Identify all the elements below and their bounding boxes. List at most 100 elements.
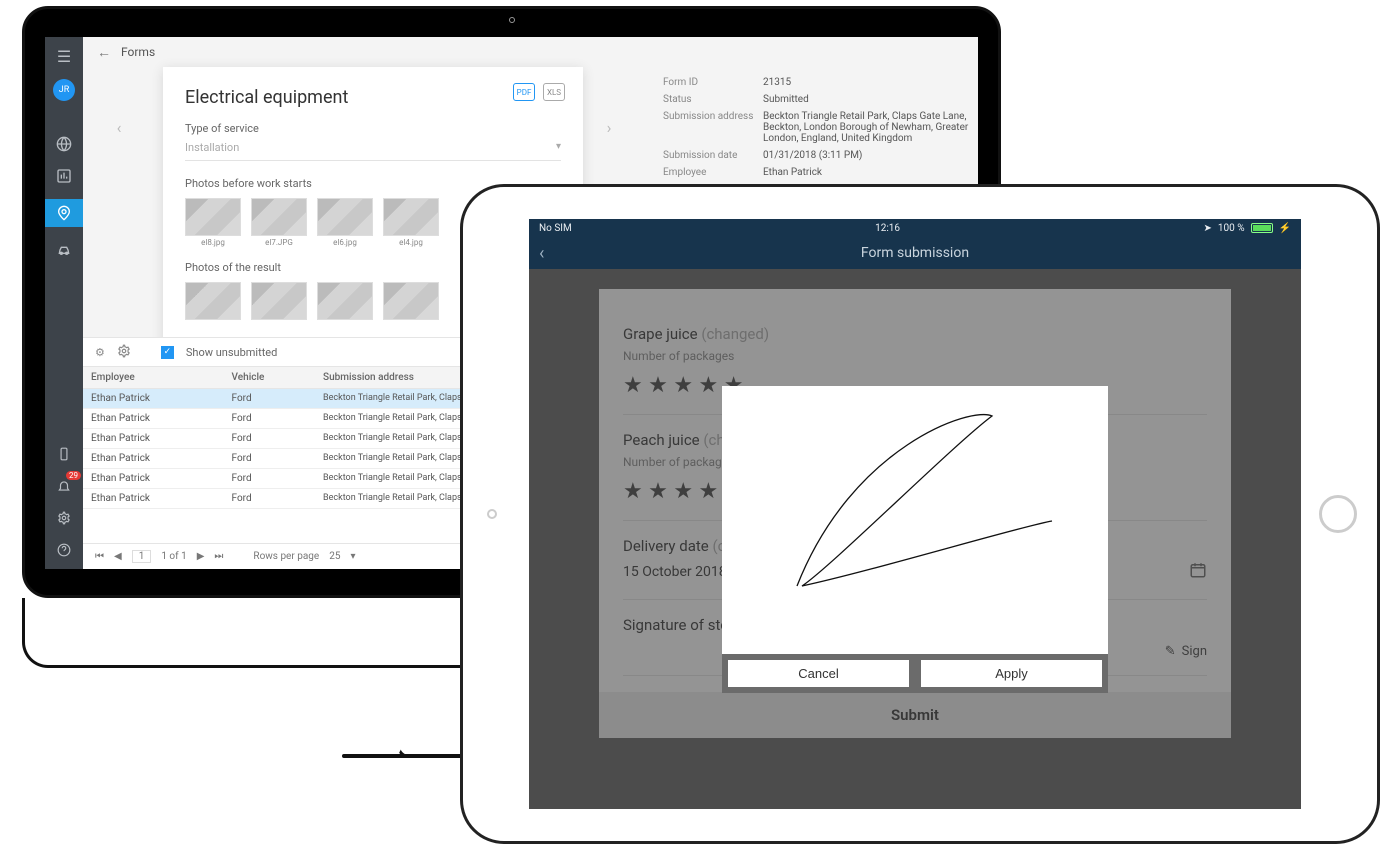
detail-value: Ethan Patrick	[763, 167, 978, 178]
thumbnail-icon	[317, 282, 373, 320]
cell-vehicle: Ford	[224, 409, 316, 429]
thumbnail-icon	[251, 282, 307, 320]
detail-key: Status	[663, 94, 763, 105]
cell-vehicle: Ford	[224, 449, 316, 469]
detail-key: Form ID	[663, 77, 763, 88]
thumbnail-icon	[383, 198, 439, 236]
geofence-icon[interactable]	[45, 199, 83, 227]
chart-icon[interactable]	[55, 167, 73, 185]
back-arrow-icon[interactable]: ←	[97, 44, 111, 61]
ios-status-bar: No SIM 12:16 ➤ 100 % ⚡	[529, 219, 1301, 237]
ipad-screen: No SIM 12:16 ➤ 100 % ⚡ ‹ Form submission…	[529, 219, 1301, 809]
export-xls-button[interactable]: XLS	[543, 83, 565, 101]
charging-icon: ⚡	[1279, 223, 1291, 234]
avatar[interactable]: JR	[53, 79, 75, 101]
gear-icon[interactable]	[55, 509, 73, 527]
status-carrier: No SIM	[539, 223, 572, 234]
detail-value: 21315	[763, 77, 978, 88]
location-arrow-icon: ➤	[1203, 223, 1211, 234]
thumbnail-icon	[185, 282, 241, 320]
photo-thumb[interactable]: el6.jpg	[317, 198, 373, 247]
chevron-down-icon: ▾	[556, 141, 561, 152]
signature-actions: Cancel Apply	[722, 654, 1108, 693]
show-unsubmitted-checkbox[interactable]: ✓	[161, 346, 174, 359]
photo-caption: el7.JPG	[251, 238, 307, 247]
globe-icon[interactable]	[55, 135, 73, 153]
apply-button[interactable]: Apply	[921, 660, 1102, 687]
device-icon[interactable]	[55, 445, 73, 463]
cell-vehicle: Ford	[224, 469, 316, 489]
battery-icon	[1251, 223, 1273, 233]
photo-thumb[interactable]: el8.jpg	[185, 198, 241, 247]
camera-dot-icon	[509, 17, 515, 23]
cell-employee: Ethan Patrick	[83, 409, 224, 429]
breadcrumb: ← Forms	[83, 37, 978, 67]
prev-form-button[interactable]: ‹	[109, 117, 129, 137]
thumbnail-icon	[251, 198, 307, 236]
rows-per-page-select[interactable]: 25	[329, 551, 340, 562]
pager-page-input[interactable]: 1	[132, 550, 152, 563]
cell-employee: Ethan Patrick	[83, 449, 224, 469]
detail-key: Employee	[663, 167, 763, 178]
status-battery-text: 100 %	[1218, 223, 1245, 234]
pager-last-icon[interactable]: ⏭	[214, 551, 223, 562]
photo-thumb[interactable]: el4.jpg	[383, 198, 439, 247]
thumbnail-icon	[317, 198, 373, 236]
chevron-down-icon: ▾	[350, 551, 355, 562]
detail-value: Beckton Triangle Retail Park, Claps Gate…	[763, 111, 978, 144]
signature-dialog: Cancel Apply	[722, 386, 1108, 693]
cancel-button[interactable]: Cancel	[728, 660, 909, 687]
photo-caption: el6.jpg	[317, 238, 373, 247]
pager-next-icon[interactable]: ▶	[197, 551, 205, 562]
photo-thumb[interactable]	[251, 282, 307, 320]
export-pdf-button[interactable]: PDF	[513, 83, 535, 101]
photo-caption: el8.jpg	[185, 238, 241, 247]
detail-value: 01/31/2018 (3:11 PM)	[763, 150, 978, 161]
bell-icon[interactable]	[55, 477, 73, 495]
signature-canvas[interactable]	[722, 386, 1108, 654]
detail-value: Submitted	[763, 94, 978, 105]
columns-gear-icon[interactable]	[117, 344, 131, 361]
thumbnail-icon	[383, 282, 439, 320]
nav-back-icon[interactable]: ‹	[539, 243, 544, 264]
cell-vehicle: Ford	[224, 489, 316, 509]
form-title: Electrical equipment	[185, 87, 561, 108]
pager-prev-icon[interactable]: ◀	[114, 551, 122, 562]
photo-thumb[interactable]	[383, 282, 439, 320]
pager-page-info: 1 of 1	[161, 551, 186, 562]
status-time: 12:16	[875, 223, 900, 234]
pager-first-icon[interactable]: ⏮	[95, 551, 104, 562]
next-form-button[interactable]: ›	[599, 117, 619, 137]
help-icon[interactable]	[55, 541, 73, 559]
service-type-select[interactable]: Installation ▾	[185, 141, 561, 161]
cell-employee: Ethan Patrick	[83, 469, 224, 489]
form-detail-panel: Form ID21315 StatusSubmitted Submission …	[663, 77, 978, 184]
nav-title: Form submission	[861, 245, 969, 261]
cell-employee: Ethan Patrick	[83, 429, 224, 449]
page-title: Forms	[121, 45, 155, 59]
photo-thumb[interactable]	[317, 282, 373, 320]
menu-icon[interactable]: ☰	[55, 47, 73, 65]
vehicle-icon[interactable]	[55, 241, 73, 259]
ipad-home-button[interactable]	[1319, 495, 1357, 533]
detail-key: Submission address	[663, 111, 763, 144]
cell-vehicle: Ford	[224, 429, 316, 449]
service-type-value: Installation	[185, 141, 239, 154]
ios-nav-bar: ‹ Form submission	[529, 237, 1301, 269]
ipad-device: No SIM 12:16 ➤ 100 % ⚡ ‹ Form submission…	[460, 184, 1380, 844]
thumbnail-icon	[185, 198, 241, 236]
app-sidebar: ☰ JR	[45, 37, 83, 569]
service-type-label: Type of service	[185, 122, 561, 135]
detail-key: Submission date	[663, 150, 763, 161]
photo-thumb[interactable]	[185, 282, 241, 320]
photo-caption: el4.jpg	[383, 238, 439, 247]
signature-modal-overlay[interactable]: Cancel Apply	[529, 269, 1301, 809]
photo-thumb[interactable]: el7.JPG	[251, 198, 307, 247]
filter-icon[interactable]: ⚙	[95, 346, 105, 359]
col-employee[interactable]: Employee	[83, 367, 224, 389]
cell-employee: Ethan Patrick	[83, 489, 224, 509]
col-vehicle[interactable]: Vehicle	[224, 367, 316, 389]
signature-stroke-icon	[722, 386, 1108, 654]
cell-employee: Ethan Patrick	[83, 389, 224, 409]
rows-per-page-label: Rows per page	[253, 551, 319, 562]
